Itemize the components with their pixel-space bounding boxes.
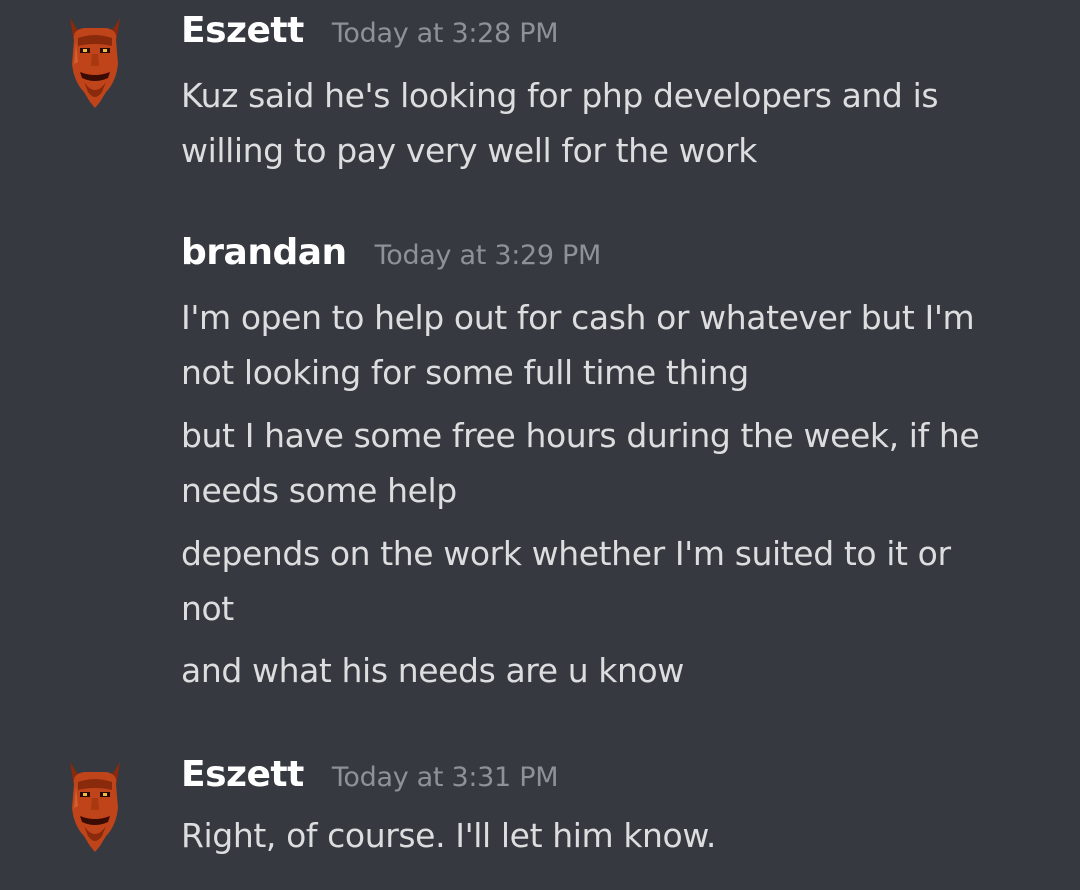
- message-header: brandan Today at 3:29 PM: [181, 232, 601, 273]
- chat-message-list: Eszett Today at 3:28 PM Kuz said he's lo…: [0, 0, 1080, 890]
- message-text: I'm open to help out for cash or whateve…: [181, 298, 975, 337]
- avatar[interactable]: [62, 12, 128, 110]
- timestamp[interactable]: Today at 3:29 PM: [375, 240, 602, 271]
- message-header: Eszett Today at 3:31 PM: [181, 754, 558, 795]
- message-text: needs some help: [181, 471, 457, 510]
- message-text: not looking for some full time thing: [181, 353, 749, 392]
- message-text: Right, of course. I'll let him know.: [181, 816, 716, 855]
- message-text: willing to pay very well for the work: [181, 131, 757, 170]
- message-header: Eszett Today at 3:28 PM: [181, 10, 558, 51]
- avatar[interactable]: [62, 756, 128, 854]
- message-text: but I have some free hours during the we…: [181, 416, 980, 455]
- message-text: Kuz said he's looking for php developers…: [181, 76, 939, 115]
- timestamp[interactable]: Today at 3:28 PM: [332, 18, 559, 49]
- devil-face-avatar-icon: [70, 762, 120, 852]
- username[interactable]: Eszett: [181, 10, 304, 51]
- username[interactable]: Eszett: [181, 754, 304, 795]
- message-text: depends on the work whether I'm suited t…: [181, 534, 951, 573]
- timestamp[interactable]: Today at 3:31 PM: [332, 762, 559, 793]
- message-text: not: [181, 589, 234, 628]
- devil-face-avatar-icon: [70, 18, 120, 108]
- message-text: and what his needs are u know: [181, 651, 684, 690]
- username[interactable]: brandan: [181, 232, 347, 273]
